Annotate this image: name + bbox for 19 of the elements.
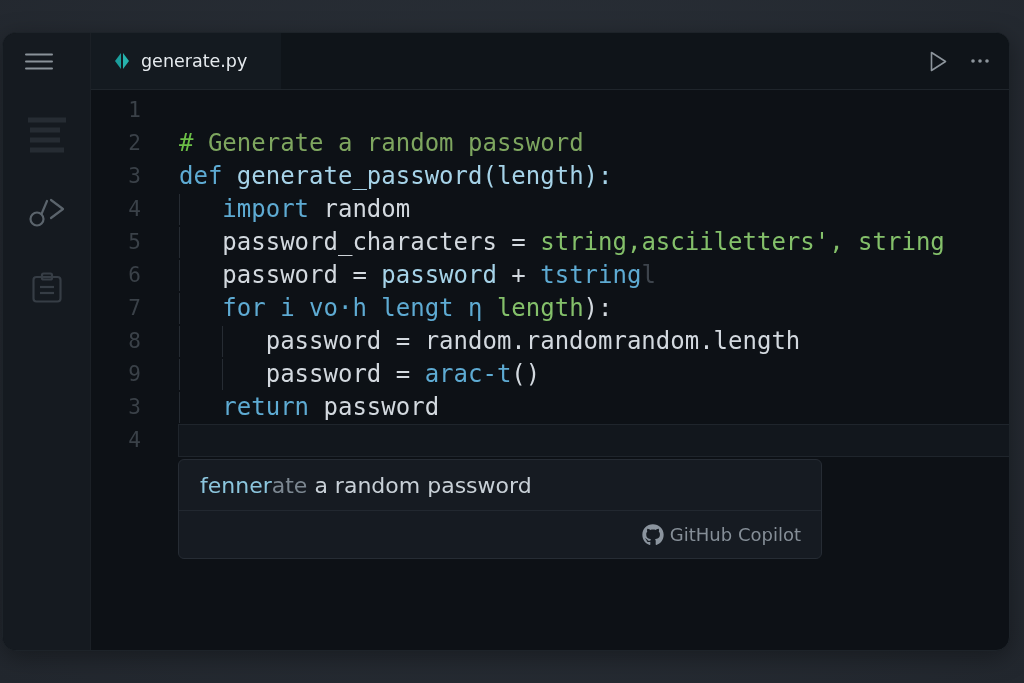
suggestion-text[interactable]: fennerate a random password — [200, 472, 532, 498]
code-line: # Generate a random password — [179, 128, 584, 159]
more-button[interactable] — [969, 57, 991, 65]
play-icon — [930, 50, 947, 72]
menu-icon[interactable] — [25, 53, 53, 70]
code-line: import random — [222, 194, 411, 225]
clipboard-icon[interactable] — [31, 272, 62, 303]
file-tab[interactable]: generate.py — [91, 33, 281, 89]
code-line: return password — [222, 392, 440, 423]
diamond-icon — [115, 53, 129, 69]
code-line: password_characters = string,asciiletters', string — [222, 227, 945, 258]
circle-chevron-icon[interactable] — [28, 198, 65, 227]
logo-icon — [641, 523, 664, 546]
code-line: password = arac-t() — [265, 359, 541, 390]
ellipsis-icon — [971, 59, 989, 63]
source-label: GitHub Copilot — [669, 524, 801, 545]
code-line: def generate_password(length): — [179, 161, 613, 192]
code-line: password = random.randomrandom.length — [265, 326, 801, 357]
code-line: for i vo·h lengt η length): — [222, 293, 613, 324]
